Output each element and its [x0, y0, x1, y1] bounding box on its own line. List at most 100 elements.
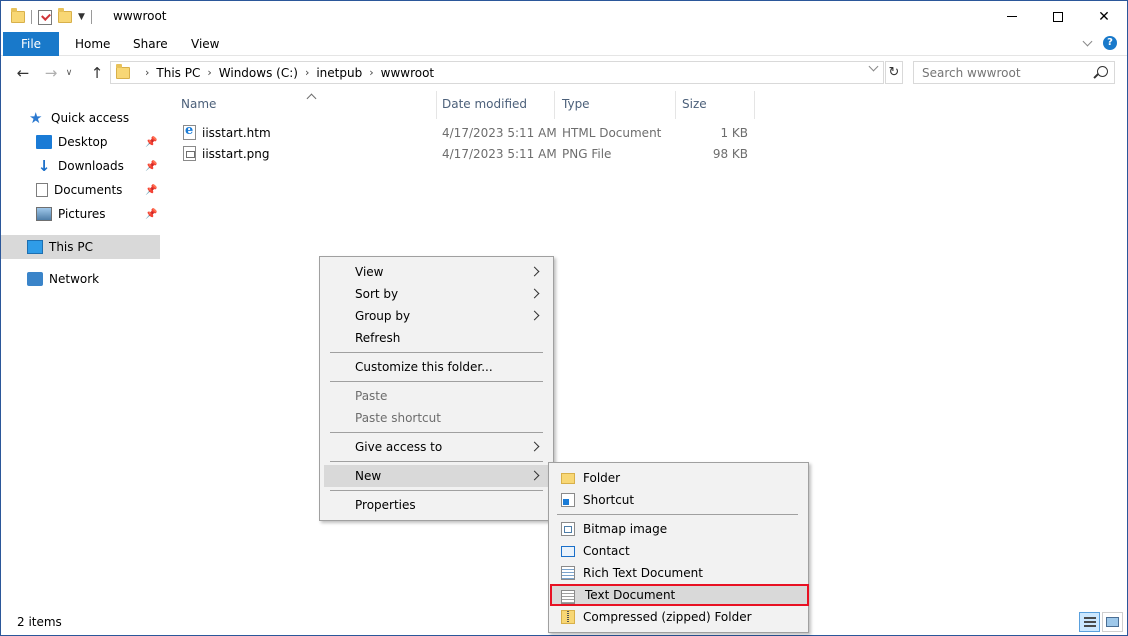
menu-item-paste-shortcut[interactable]: Paste shortcut — [324, 407, 549, 429]
sidebar-item-pictures[interactable]: Pictures 📌 — [1, 202, 160, 226]
separator — [90, 10, 92, 24]
file-size: 1 KB — [720, 126, 748, 140]
menu-item-sort-by[interactable]: Sort by — [324, 283, 549, 305]
search-input[interactable] — [914, 62, 1084, 83]
search-box[interactable] — [913, 61, 1115, 84]
recent-locations-button[interactable]: ∨ — [63, 63, 75, 83]
menu-item-refresh[interactable]: Refresh — [324, 327, 549, 349]
refresh-icon: ↻ — [888, 65, 900, 80]
breadcrumb-separator[interactable]: › — [305, 66, 309, 79]
tab-view[interactable]: View — [177, 32, 233, 56]
tab-share[interactable]: Share — [119, 32, 182, 56]
submenu-item-shortcut[interactable]: Shortcut — [552, 489, 805, 511]
back-button[interactable]: ← — [13, 63, 33, 83]
breadcrumb-this-pc[interactable]: This PC — [156, 66, 200, 80]
menu-separator — [330, 381, 543, 382]
sidebar-item-desktop[interactable]: Desktop 📌 — [1, 130, 160, 154]
column-divider[interactable] — [554, 91, 555, 119]
view-switcher — [1079, 612, 1123, 632]
pictures-icon — [36, 207, 52, 221]
menu-item-paste[interactable]: Paste — [324, 385, 549, 407]
menu-item-view[interactable]: View — [324, 261, 549, 283]
sidebar-item-label: Quick access — [51, 111, 130, 125]
column-header-date[interactable]: Date modified — [442, 97, 552, 119]
file-size: 98 KB — [712, 147, 748, 161]
minimize-button[interactable] — [989, 1, 1035, 32]
column-header-name[interactable]: Name — [181, 93, 436, 119]
menu-item-properties[interactable]: Properties — [324, 494, 549, 516]
breadcrumb-inetpub[interactable]: inetpub — [316, 66, 362, 80]
address-dropdown-icon[interactable] — [868, 61, 879, 72]
sidebar-item-quick-access[interactable]: ★ Quick access — [1, 106, 160, 130]
properties-icon[interactable] — [38, 9, 52, 25]
large-icons-view-icon — [1106, 617, 1119, 627]
file-name: iisstart.png — [202, 147, 270, 161]
refresh-button[interactable]: ↻ — [885, 61, 903, 84]
expand-ribbon-icon[interactable] — [1082, 36, 1093, 46]
breadcrumb-separator[interactable]: › — [207, 66, 211, 79]
details-view-button[interactable] — [1079, 612, 1100, 632]
submenu-item-contact[interactable]: Contact — [552, 540, 805, 562]
column-divider[interactable] — [754, 91, 755, 119]
pin-icon[interactable]: 📌 — [145, 209, 157, 220]
column-header-size[interactable]: Size — [682, 97, 752, 119]
pin-icon[interactable]: 📌 — [145, 161, 157, 172]
ribbon-controls: ? — [1082, 36, 1117, 50]
pin-icon[interactable]: 📌 — [145, 137, 157, 148]
submenu-item-rich-text[interactable]: Rich Text Document — [552, 562, 805, 584]
submenu-item-folder[interactable]: Folder — [552, 467, 805, 489]
menu-item-group-by[interactable]: Group by — [324, 305, 549, 327]
menu-item-give-access[interactable]: Give access to — [324, 436, 549, 458]
title-bar: ▼ wwwroot ✕ — [1, 1, 1127, 32]
sidebar-item-label: Desktop — [58, 135, 108, 149]
submenu-item-zip-folder[interactable]: Compressed (zipped) Folder — [552, 606, 805, 628]
breadcrumb-separator[interactable]: › — [145, 66, 149, 79]
menu-item-label: Compressed (zipped) Folder — [583, 610, 752, 624]
submenu-item-bitmap[interactable]: Bitmap image — [552, 518, 805, 540]
menu-item-customize-folder[interactable]: Customize this folder... — [324, 356, 549, 378]
new-folder-icon[interactable] — [58, 8, 72, 23]
new-submenu: Folder Shortcut Bitmap image Contact Ric… — [548, 462, 809, 633]
large-icons-view-button[interactable] — [1102, 612, 1123, 632]
file-date: 4/17/2023 5:11 AM — [442, 126, 557, 140]
table-row[interactable]: iisstart.png 4/17/2023 5:11 AM PNG File … — [173, 143, 763, 164]
table-row[interactable]: iisstart.htm 4/17/2023 5:11 AM HTML Docu… — [173, 122, 763, 143]
menu-item-label: View — [355, 265, 384, 279]
rich-text-icon — [561, 566, 575, 580]
breadcrumb-separator[interactable]: › — [369, 66, 373, 79]
address-bar[interactable]: › This PC › Windows (C:) › inetpub › www… — [110, 61, 884, 84]
sidebar-item-documents[interactable]: Documents 📌 — [1, 178, 160, 202]
desktop-icon — [36, 135, 52, 149]
sidebar-item-downloads[interactable]: ↓ Downloads 📌 — [1, 154, 160, 178]
customize-toolbar-icon[interactable]: ▼ — [78, 12, 85, 22]
help-icon[interactable]: ? — [1103, 36, 1117, 50]
column-divider[interactable] — [436, 91, 437, 119]
tab-home[interactable]: Home — [61, 32, 124, 56]
details-view-icon — [1083, 617, 1096, 627]
pin-icon[interactable]: 📌 — [145, 185, 157, 196]
menu-separator — [557, 514, 798, 515]
menu-separator — [330, 490, 543, 491]
up-button[interactable]: ↑ — [87, 63, 107, 83]
file-type: PNG File — [562, 147, 612, 161]
network-icon — [27, 272, 43, 286]
bitmap-icon — [561, 522, 575, 536]
sidebar-item-this-pc[interactable]: This PC — [1, 235, 160, 259]
menu-item-label: Customize this folder... — [355, 360, 493, 374]
tab-file[interactable]: File — [3, 32, 59, 56]
maximize-button[interactable] — [1035, 1, 1081, 32]
breadcrumb-windows-c[interactable]: Windows (C:) — [219, 66, 298, 80]
column-header-type[interactable]: Type — [562, 97, 672, 119]
sidebar-item-network[interactable]: Network — [1, 267, 160, 291]
breadcrumb-wwwroot[interactable]: wwwroot — [381, 66, 435, 80]
forward-button[interactable]: → — [41, 63, 61, 83]
menu-item-label: Give access to — [355, 440, 443, 454]
menu-item-new[interactable]: New — [324, 465, 549, 487]
computer-icon — [27, 240, 43, 254]
submenu-item-text-document[interactable]: Text Document — [550, 584, 809, 606]
png-file-icon — [183, 146, 196, 161]
menu-item-label: Paste shortcut — [355, 411, 441, 425]
close-button[interactable]: ✕ — [1081, 1, 1127, 32]
menu-separator — [330, 432, 543, 433]
column-divider[interactable] — [675, 91, 676, 119]
